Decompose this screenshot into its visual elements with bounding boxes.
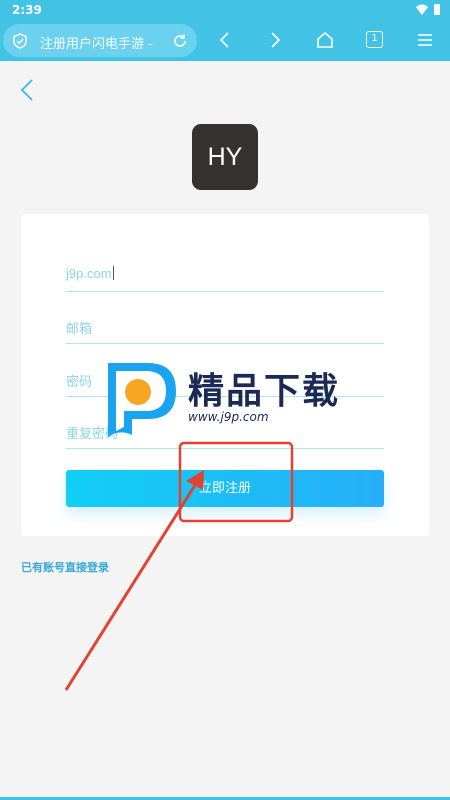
forward-icon[interactable] [265, 30, 285, 50]
shield-icon [13, 33, 27, 49]
browser-toolbar: 注册用户闪电手游 - 1 [0, 20, 450, 61]
watermark-url: www.j9p.com [188, 410, 269, 424]
email-field[interactable]: 邮箱 [66, 314, 384, 344]
menu-icon[interactable] [415, 30, 435, 50]
back-icon[interactable] [215, 30, 235, 50]
username-value: j9p.com [66, 266, 112, 281]
login-link[interactable]: 已有账号直接登录 [21, 559, 109, 575]
email-placeholder: 邮箱 [66, 321, 93, 336]
tabs-icon[interactable]: 1 [366, 31, 383, 48]
watermark-logo [108, 363, 176, 437]
status-time: 2:39 [12, 3, 42, 17]
password-placeholder: 密码 [66, 374, 93, 389]
page-back-icon[interactable] [18, 78, 40, 102]
battery-icon [434, 4, 440, 15]
reload-icon[interactable] [172, 33, 188, 49]
status-bar: 2:39 [0, 0, 450, 20]
home-icon[interactable] [315, 30, 335, 50]
register-button[interactable]: 立即注册 [66, 470, 384, 507]
watermark-text: 精品下载 [188, 371, 341, 412]
page-title-url[interactable]: 注册用户闪电手游 - [40, 33, 166, 52]
wifi-icon [416, 4, 428, 15]
address-bar[interactable]: 注册用户闪电手游 - [3, 24, 197, 57]
app-logo: HY [192, 124, 258, 190]
username-field[interactable]: j9p.com [66, 262, 384, 292]
text-cursor [112, 266, 114, 280]
